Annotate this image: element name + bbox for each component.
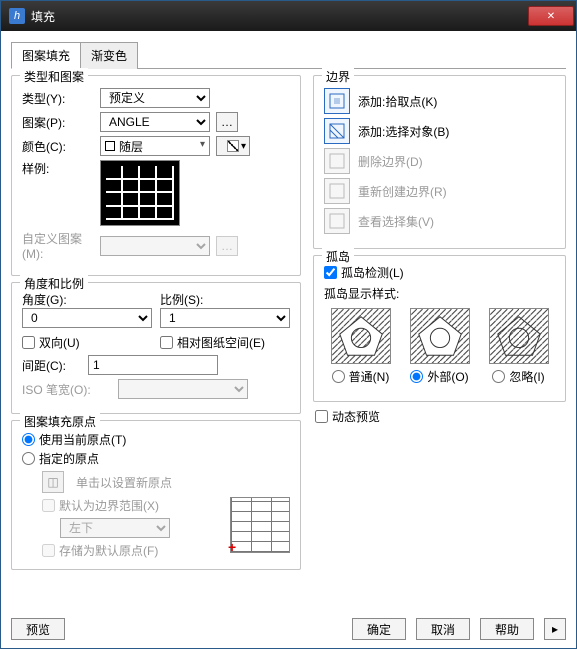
island-normal-label: 普通(N): [349, 368, 390, 385]
recreate-boundary-label: 重新创建边界(R): [358, 183, 447, 200]
iso-select: [118, 379, 248, 399]
custom-pattern-select: [100, 236, 210, 256]
island-outer-radio[interactable]: [410, 370, 423, 383]
client-area: 图案填充 渐变色 类型和图案 类型(Y): 预定义 图案(P): ANGLE …: [1, 31, 576, 648]
spacing-input[interactable]: [88, 355, 218, 375]
pattern-label: 图案(P):: [22, 114, 94, 131]
origin-preview: +: [230, 497, 290, 553]
pick-point-label[interactable]: 添加:拾取点(K): [358, 93, 437, 110]
origin-current-label: 使用当前原点(T): [39, 431, 126, 448]
scale-select[interactable]: 1: [160, 308, 290, 328]
group-islands: 孤岛 孤岛检测(L) 孤岛显示样式: 普通(N): [313, 255, 566, 402]
default-extent-label: 默认为边界范围(X): [59, 497, 159, 514]
recreate-boundary-icon: [324, 178, 350, 204]
bottom-bar: 预览 确定 取消 帮助 ▸: [11, 618, 566, 640]
pick-point-icon[interactable]: [324, 88, 350, 114]
spacing-label: 间距(C):: [22, 357, 82, 374]
select-object-icon[interactable]: [324, 118, 350, 144]
pattern-browse-button[interactable]: …: [216, 112, 238, 132]
default-extent-checkbox: [42, 499, 55, 512]
store-default-checkbox: [42, 544, 55, 557]
custom-pattern-browse: …: [216, 236, 238, 256]
island-ignore-pic[interactable]: [489, 308, 549, 364]
paperspace-label: 相对图纸空间(E): [177, 334, 265, 351]
origin-current-radio[interactable]: [22, 433, 35, 446]
tab-pattern-fill[interactable]: 图案填充: [11, 42, 81, 69]
group-origin: 图案填充原点 使用当前原点(T) 指定的原点 ◫ 单击以设置新原点: [11, 420, 301, 570]
group-boundary: 边界 添加:拾取点(K) 添加:选择对象(B) 删除边界(D): [313, 75, 566, 249]
island-normal-radio[interactable]: [332, 370, 345, 383]
paperspace-checkbox[interactable]: [160, 336, 173, 349]
window-title: 填充: [31, 8, 528, 25]
remove-boundary-label: 删除边界(D): [358, 153, 423, 170]
color-label: 颜色(C):: [22, 138, 94, 155]
tab-strip: 图案填充 渐变色: [11, 41, 566, 69]
island-style-label: 孤岛显示样式:: [324, 285, 555, 302]
island-outer-label: 外部(O): [427, 368, 468, 385]
origin-specified-radio[interactable]: [22, 452, 35, 465]
island-ignore-label: 忽略(I): [509, 368, 544, 385]
dialog-window: h 填充 ✕ 图案填充 渐变色 类型和图案 类型(Y): 预定义 图案(P):: [0, 0, 577, 649]
color-select[interactable]: 随层: [100, 136, 210, 156]
island-normal-pic[interactable]: [331, 308, 391, 364]
island-detect-checkbox[interactable]: [324, 266, 337, 279]
pattern-select[interactable]: ANGLE: [100, 112, 210, 132]
app-icon: h: [9, 8, 25, 24]
close-button[interactable]: ✕: [528, 6, 574, 26]
group-legend: 类型和图案: [20, 68, 88, 85]
dynamic-preview-checkbox[interactable]: [315, 410, 328, 423]
group-legend: 孤岛: [322, 248, 354, 265]
swatch-icon: [105, 141, 115, 151]
group-legend: 边界: [322, 68, 354, 85]
group-legend: 图案填充原点: [20, 413, 100, 430]
island-outer-pic[interactable]: [410, 308, 470, 364]
remove-boundary-icon: [324, 148, 350, 174]
angle-select[interactable]: 0: [22, 308, 152, 328]
type-label: 类型(Y):: [22, 90, 94, 107]
origin-pos-select: 左下: [60, 518, 170, 538]
set-origin-icon: ◫: [42, 471, 64, 493]
custom-pattern-label: 自定义图案(M):: [22, 230, 94, 261]
layer-color-select[interactable]: ▾: [216, 136, 250, 156]
origin-cross-icon: +: [228, 539, 236, 555]
bidir-label: 双向(U): [39, 334, 80, 351]
tab-gradient[interactable]: 渐变色: [80, 42, 138, 69]
pattern-preview[interactable]: [100, 160, 180, 226]
expand-button[interactable]: ▸: [544, 618, 566, 640]
set-origin-label: 单击以设置新原点: [76, 474, 172, 491]
preview-button[interactable]: 预览: [11, 618, 65, 640]
view-selection-label: 查看选择集(V): [358, 213, 434, 230]
help-button[interactable]: 帮助: [480, 618, 534, 640]
sample-label: 样例:: [22, 160, 94, 177]
view-selection-icon: [324, 208, 350, 234]
select-object-label[interactable]: 添加:选择对象(B): [358, 123, 449, 140]
island-detect-label: 孤岛检测(L): [341, 264, 404, 281]
titlebar: h 填充 ✕: [1, 1, 576, 31]
cancel-button[interactable]: 取消: [416, 618, 470, 640]
iso-label: ISO 笔宽(O):: [22, 381, 112, 398]
group-type-pattern: 类型和图案 类型(Y): 预定义 图案(P): ANGLE … 颜色(C):: [11, 75, 301, 276]
store-default-label: 存储为默认原点(F): [59, 542, 158, 559]
dynamic-preview-label: 动态预览: [332, 408, 380, 425]
bidir-checkbox[interactable]: [22, 336, 35, 349]
type-select[interactable]: 预定义: [100, 88, 210, 108]
origin-specified-label: 指定的原点: [39, 450, 99, 467]
scale-label: 比例(S):: [160, 291, 290, 308]
angle-label: 角度(G):: [22, 291, 152, 308]
island-ignore-radio[interactable]: [492, 370, 505, 383]
color-value: 随层: [119, 138, 143, 155]
group-angle-scale: 角度和比例 角度(G): 0 比例(S): 1 双向(U) 相对图纸空: [11, 282, 301, 414]
ok-button[interactable]: 确定: [352, 618, 406, 640]
group-legend: 角度和比例: [20, 275, 88, 292]
